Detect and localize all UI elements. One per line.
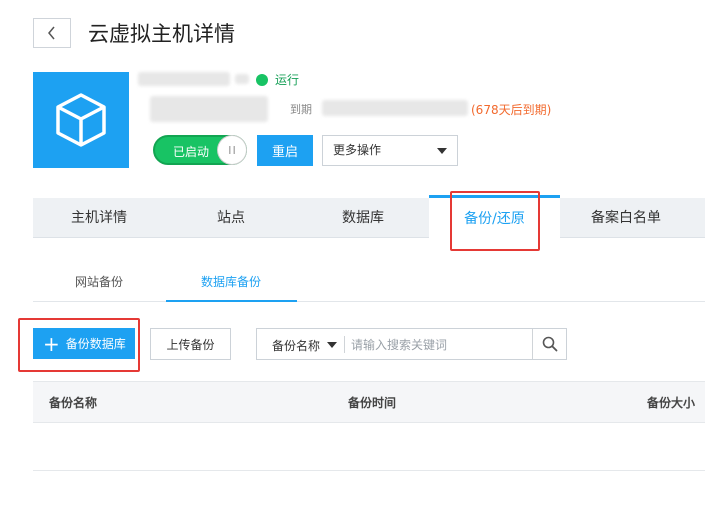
caret-down-icon[interactable] bbox=[327, 342, 337, 348]
host-info-redacted bbox=[150, 96, 268, 122]
subtab-website-backup[interactable]: 网站备份 bbox=[75, 273, 123, 290]
search-icon[interactable] bbox=[532, 329, 566, 359]
expire-label: 到期 bbox=[290, 103, 312, 116]
tab-database[interactable]: 数据库 bbox=[297, 198, 429, 237]
expire-days: (678天后到期) bbox=[471, 103, 552, 117]
highlight-box-backup-db-button bbox=[18, 318, 140, 372]
search-group: 备份名称 bbox=[256, 328, 567, 360]
power-toggle[interactable]: 已启动 bbox=[153, 135, 247, 165]
upload-backup-button[interactable]: 上传备份 bbox=[150, 328, 231, 360]
more-actions-label: 更多操作 bbox=[333, 143, 382, 157]
column-header-backup-name: 备份名称 bbox=[49, 396, 98, 410]
power-toggle-label: 已启动 bbox=[173, 145, 210, 159]
host-cube-icon bbox=[33, 72, 129, 168]
subtab-active-underline bbox=[166, 300, 297, 302]
restart-button[interactable]: 重启 bbox=[257, 135, 313, 166]
back-button[interactable] bbox=[33, 18, 71, 48]
host-name-redacted-tail bbox=[235, 74, 249, 84]
more-actions-select[interactable]: 更多操作 bbox=[322, 135, 458, 166]
search-divider bbox=[344, 336, 345, 353]
status-running-dot bbox=[256, 74, 268, 86]
subtab-database-backup[interactable]: 数据库备份 bbox=[201, 273, 261, 290]
column-header-backup-size: 备份大小 bbox=[647, 396, 696, 410]
caret-down-icon bbox=[437, 148, 447, 154]
chevron-left-icon bbox=[48, 26, 55, 40]
highlight-box-backup-tab bbox=[450, 191, 540, 251]
expire-date-redacted bbox=[322, 100, 468, 116]
search-input[interactable] bbox=[349, 330, 533, 360]
tab-host-details[interactable]: 主机详情 bbox=[33, 198, 165, 237]
tab-sites[interactable]: 站点 bbox=[165, 198, 297, 237]
pause-icon bbox=[218, 136, 246, 164]
main-tabbar: 主机详情 站点 数据库 备份/还原 备案白名单 bbox=[33, 195, 705, 241]
table-divider bbox=[33, 470, 705, 471]
search-field-select[interactable]: 备份名称 bbox=[272, 337, 320, 354]
column-header-backup-time: 备份时间 bbox=[348, 396, 397, 410]
sub-tabbar: 网站备份 数据库备份 bbox=[33, 263, 705, 302]
page-title: 云虚拟主机详情 bbox=[88, 22, 235, 46]
table-header: 备份名称 备份时间 备份大小 bbox=[33, 381, 705, 423]
status-text: 运行 bbox=[275, 73, 300, 87]
tab-filing-whitelist[interactable]: 备案白名单 bbox=[560, 198, 692, 237]
host-name-redacted bbox=[138, 72, 230, 86]
